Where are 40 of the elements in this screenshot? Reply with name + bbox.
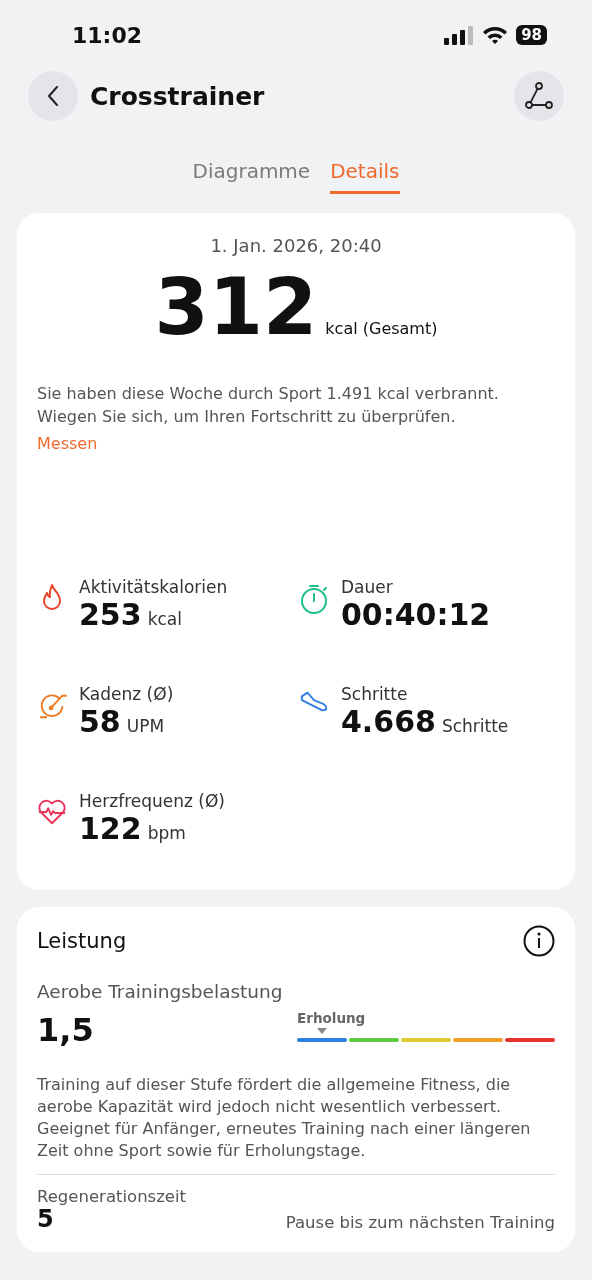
recovery-value: 5 xyxy=(37,1206,54,1232)
back-icon xyxy=(47,85,59,107)
metric-label: Aktivitätskalorien xyxy=(79,577,228,597)
tab[interactable]: Diagramme xyxy=(192,156,311,194)
metric-unit: bpm xyxy=(147,823,186,843)
tab[interactable]: Details xyxy=(330,156,400,194)
total-calories: 312 xyxy=(154,262,318,352)
metric-label: Dauer xyxy=(341,577,394,597)
metric-label: Schritte xyxy=(341,684,409,704)
metric-value: 253 xyxy=(79,597,142,632)
metric-label: Herzfrequenz (Ø) xyxy=(79,791,225,811)
info-button[interactable] xyxy=(523,925,555,957)
metric-label: Kadenz (Ø) xyxy=(79,684,174,704)
load-description: Training auf dieser Stufe fördert die allgemeine Fitness, die aerobe Kapazität wird jedoch nicht wesentlich verbessert. Geeignet für Anfänger, erneutes Training nach einer längeren Zeit ohne Sport sowie für Erholungstage. xyxy=(37,1074,532,1162)
signal-icon xyxy=(444,25,475,45)
workout-date: 1. Jan. 2026, 20:40 xyxy=(209,235,383,256)
calories-unit: kcal (Gesamt) xyxy=(325,319,438,338)
metric-value: 122 xyxy=(79,811,142,846)
metric-label: Aerobe Trainingsbelastung xyxy=(37,981,284,1002)
section-title: Leistung xyxy=(37,929,127,953)
metric-value: 4.668 xyxy=(341,704,436,739)
wifi-icon xyxy=(482,25,509,45)
info-icon xyxy=(523,925,555,957)
training-load-value: 1,5 xyxy=(37,1010,94,1051)
back-button[interactable] xyxy=(28,71,78,121)
page-title: Crosstrainer xyxy=(90,81,266,111)
route-icon xyxy=(525,82,553,110)
battery-level: 98 xyxy=(516,25,547,45)
weekly-message: Sie haben diese Woche durch Sport 1.491 kcal verbrannt. Wiegen Sie sich, um Ihren Fortschritt zu überprüfen. xyxy=(37,383,500,428)
load-level-label: Erholung xyxy=(297,1010,367,1026)
recovery-note: Pause bis zum nächsten Training xyxy=(285,1213,555,1232)
metric-unit: kcal xyxy=(147,609,182,629)
metric-unit: Schritte xyxy=(441,716,509,736)
metric-value: 00:40:12 xyxy=(341,597,491,632)
route-button[interactable] xyxy=(514,71,564,121)
metric-value: 58 xyxy=(79,704,121,739)
metric-unit: UPM xyxy=(126,716,165,736)
metric-label: Regenerationszeit xyxy=(37,1187,188,1206)
measure-link[interactable]: Messen xyxy=(37,434,98,453)
clock-time: 11:02 xyxy=(72,22,143,48)
